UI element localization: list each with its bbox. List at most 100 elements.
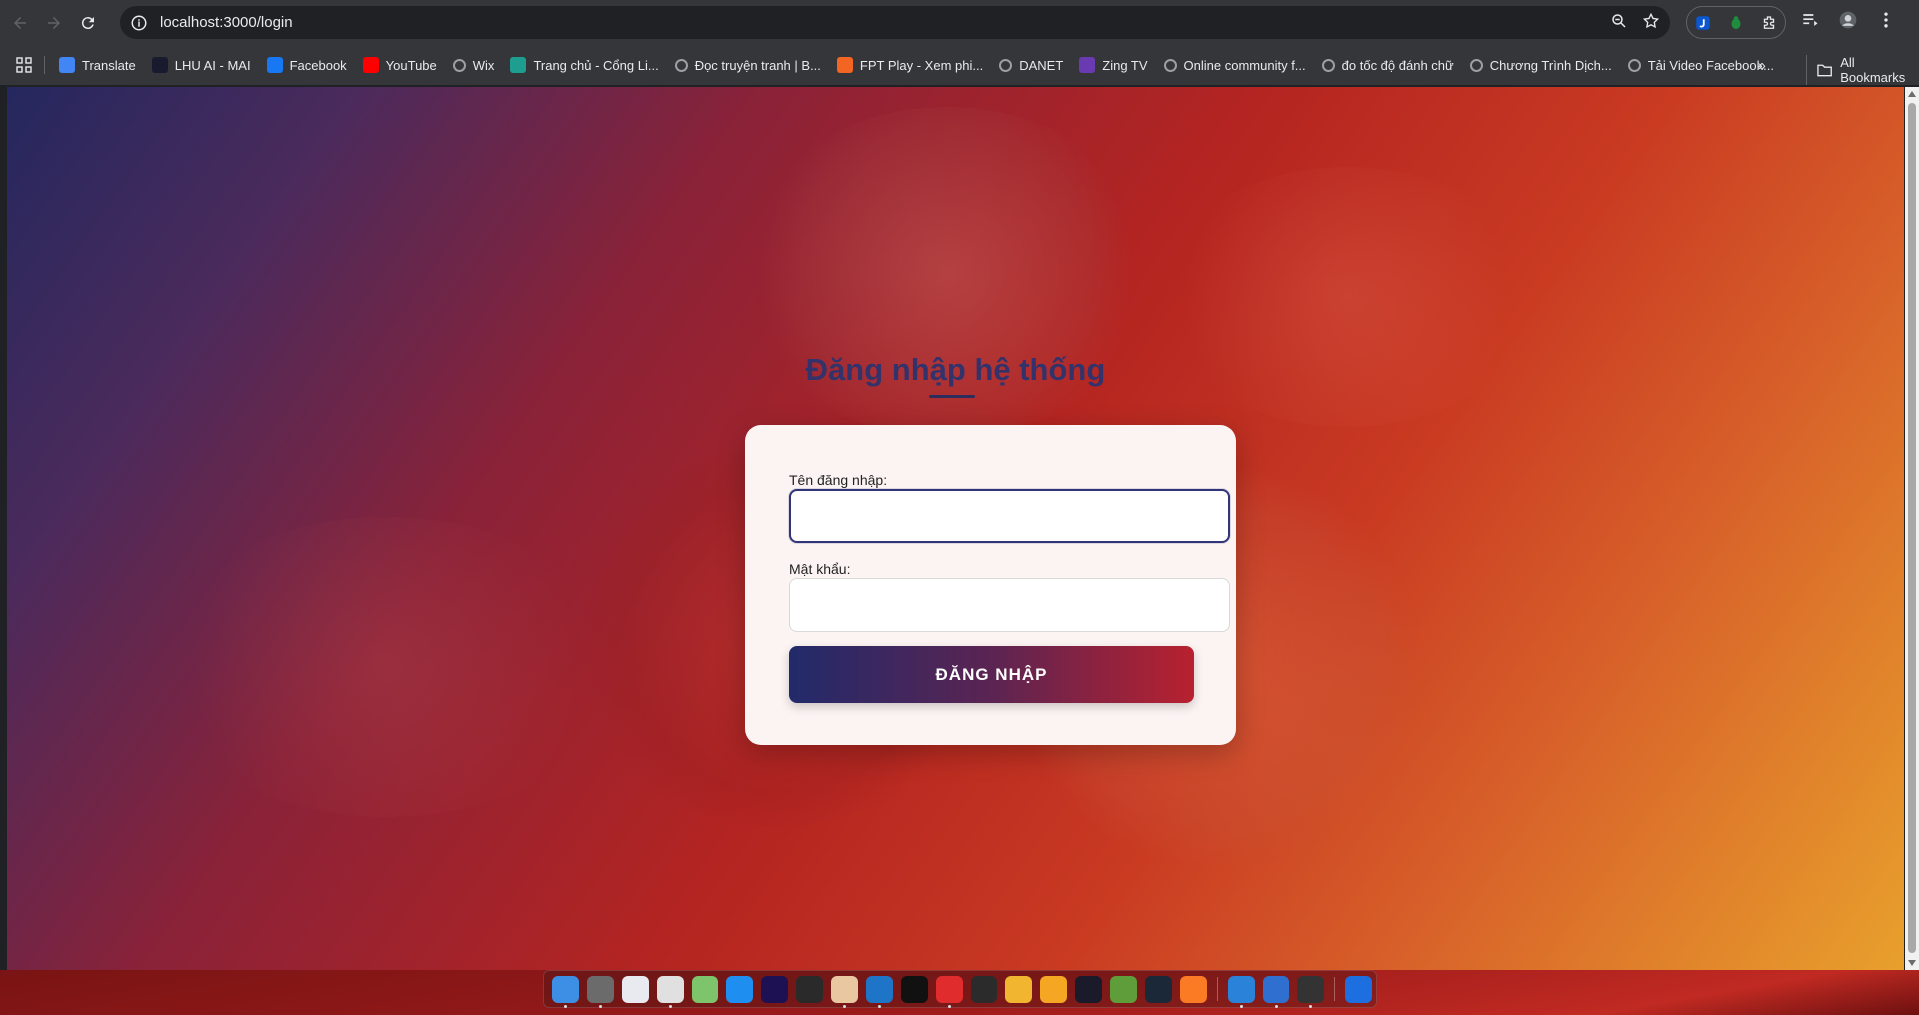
launchpad-icon[interactable]: [621, 975, 649, 1003]
extensions-puzzle-icon[interactable]: [1760, 14, 1778, 32]
page-viewport: Đăng nhập hệ thống Tên đăng nhập: Mật kh…: [7, 87, 1904, 970]
profile-avatar-icon[interactable]: [1838, 10, 1858, 30]
bookmark-item[interactable]: LHU AI - MAI: [151, 57, 251, 73]
steam-icon[interactable]: [1144, 975, 1172, 1003]
settings-icon[interactable]: [586, 975, 614, 1008]
bookmark-label: Zing TV: [1102, 57, 1148, 73]
login-form: Tên đăng nhập: Mật khẩu: ĐĂNG NHẬP: [745, 425, 1236, 745]
scroll-down-arrow-icon[interactable]: [1908, 960, 1916, 966]
presentation-app-icon[interactable]: [1262, 975, 1290, 1008]
page-title: Đăng nhập hệ thống: [805, 352, 1106, 387]
bookmark-label: FPT Play - Xem phi...: [859, 57, 984, 73]
bookmark-label: Tải Video Facebook...: [1647, 57, 1774, 73]
address-bar[interactable]: localhost:3000/login: [120, 6, 1670, 39]
maps-icon[interactable]: [691, 975, 719, 1003]
bookmark-item[interactable]: Wix: [452, 57, 495, 73]
resolve-icon[interactable]: [796, 975, 823, 1003]
media-controls-icon[interactable]: [1800, 10, 1820, 30]
counter-strike-icon[interactable]: [1040, 975, 1068, 1003]
zoom-icon[interactable]: [1610, 12, 1628, 30]
arrow-right-icon: [48, 16, 60, 29]
bookmark-item[interactable]: FPT Play - Xem phi...: [836, 57, 984, 73]
site-info-icon[interactable]: [130, 14, 148, 32]
bookmark-label: YouTube: [385, 57, 437, 73]
bookmark-label: Online community f...: [1183, 57, 1306, 73]
google-translate-icon: [59, 57, 75, 73]
bookmark-item[interactable]: Tải Video Facebook...: [1627, 57, 1774, 73]
preview-icon[interactable]: [831, 975, 858, 1008]
globe-icon: [1163, 58, 1177, 72]
bookmark-label: Translate: [82, 57, 136, 73]
bookmark-label: đo tốc độ đánh chữ: [1341, 57, 1454, 73]
finder-icon[interactable]: [552, 975, 579, 1008]
reload-button[interactable]: [74, 9, 102, 37]
username-input[interactable]: [789, 489, 1230, 543]
premiere-icon[interactable]: [761, 975, 789, 1003]
username-label: Tên đăng nhập:: [789, 472, 888, 488]
globe-icon: [674, 58, 688, 72]
zing-tv-icon: [1079, 57, 1096, 73]
portal-icon: [510, 57, 527, 73]
more-bookmarks-button[interactable]: »: [1758, 57, 1766, 73]
bookmark-item[interactable]: Chương Trình Dịch...: [1469, 57, 1612, 73]
bookmarks-divider: [44, 56, 45, 74]
terminal-app-icon[interactable]: [970, 975, 998, 1003]
bookmark-item[interactable]: Facebook: [266, 57, 347, 73]
windows-icon[interactable]: [1345, 975, 1373, 1003]
chrome-icon[interactable]: [656, 975, 684, 1008]
url-text[interactable]: localhost:3000/login: [160, 14, 293, 31]
console-icon[interactable]: [1297, 975, 1325, 1008]
back-button[interactable]: [6, 9, 34, 37]
scroll-up-arrow-icon[interactable]: [1908, 91, 1916, 97]
bookmark-item[interactable]: Đọc truyện tranh | B...: [674, 57, 821, 73]
capcut-icon[interactable]: [900, 975, 928, 1003]
bookmark-item[interactable]: Translate: [59, 57, 136, 73]
background-hand-right: [1157, 167, 1537, 427]
menu-kebab-icon[interactable]: [1876, 10, 1896, 30]
robot-app-icon[interactable]: [1005, 975, 1033, 1003]
bookmark-item[interactable]: Zing TV: [1079, 57, 1148, 73]
globe-icon: [1627, 58, 1641, 72]
all-bookmarks-button[interactable]: All Bookmarks: [1806, 55, 1919, 85]
bookmark-item[interactable]: Online community f...: [1163, 57, 1306, 73]
bookmark-item[interactable]: đo tốc độ đánh chữ: [1321, 57, 1454, 73]
bookmark-item[interactable]: Trang chủ - Cổng Li...: [510, 57, 659, 73]
vscode-icon[interactable]: [865, 975, 893, 1008]
page-scrollbar[interactable]: [1905, 87, 1919, 970]
lhu-ai-icon: [151, 57, 168, 73]
globe-icon: [1321, 58, 1335, 72]
extensions-group: [1686, 6, 1786, 39]
extension-bug-icon[interactable]: [1727, 14, 1745, 32]
dock-divider: [1334, 977, 1336, 1001]
scroll-thumb[interactable]: [1908, 103, 1916, 953]
title-underline: [929, 395, 975, 398]
valorant-icon[interactable]: [1075, 975, 1102, 1003]
bookmark-label: Đọc truyện tranh | B...: [694, 57, 821, 73]
apps-button[interactable]: [16, 57, 32, 73]
bookmark-label: DANET: [1019, 57, 1064, 73]
bookmark-item[interactable]: YouTube: [362, 57, 437, 73]
minecraft-icon[interactable]: [1110, 975, 1137, 1003]
zalo-icon[interactable]: [726, 975, 754, 1003]
bookmark-star-icon[interactable]: [1642, 12, 1660, 30]
bookmark-item[interactable]: DANET: [999, 58, 1063, 73]
bookmark-label: Wix: [472, 57, 495, 73]
extension-j-icon[interactable]: [1694, 14, 1712, 32]
bookmark-label: Chương Trình Dịch...: [1489, 57, 1612, 73]
background-hand-left: [157, 517, 617, 817]
dock-divider: [1216, 977, 1218, 1001]
bookmark-list: Translate LHU AI - MAI Facebook YouTube Wix T…: [59, 57, 1790, 73]
document-app-icon[interactable]: [1227, 975, 1255, 1008]
app-dock: [543, 970, 1377, 1008]
folder-icon: [1817, 64, 1832, 77]
forward-button[interactable]: [40, 9, 68, 37]
browser-toolbar: localhost:3000/login: [0, 0, 1919, 45]
apps-grid-icon: [16, 57, 32, 73]
login-button[interactable]: ĐĂNG NHẬP: [789, 646, 1194, 703]
password-input[interactable]: [789, 578, 1230, 632]
all-bookmarks-label: All Bookmarks: [1840, 55, 1906, 85]
red-app-icon[interactable]: [935, 975, 963, 1008]
xampp-icon[interactable]: [1179, 975, 1207, 1003]
arrow-left-icon: [14, 16, 26, 29]
youtube-icon: [362, 57, 379, 73]
